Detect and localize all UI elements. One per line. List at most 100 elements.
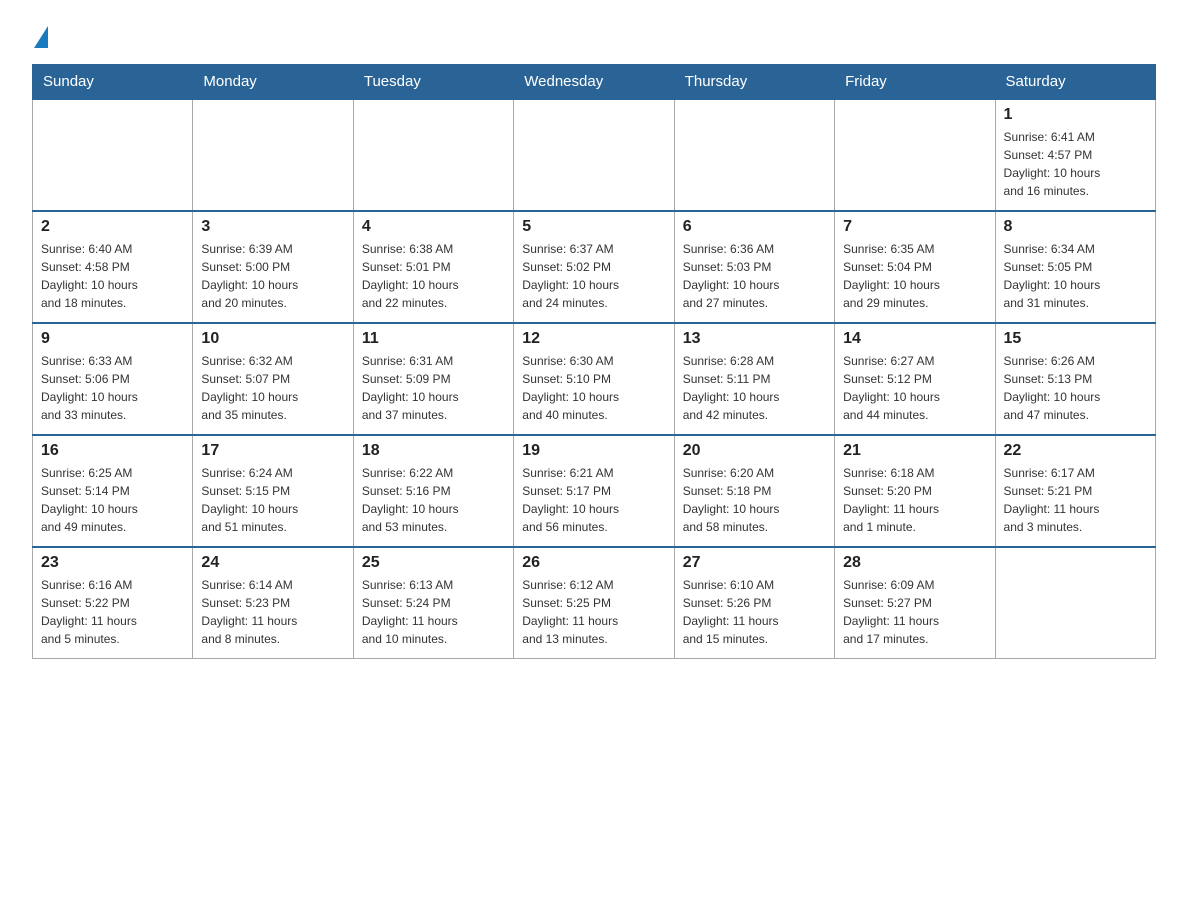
day-info: Sunrise: 6:41 AM Sunset: 4:57 PM Dayligh… [1004,128,1147,200]
calendar-cell: 26 Sunrise: 6:12 AM Sunset: 5:25 PM Dayli… [514,547,674,659]
weekday-header-sunday: Sunday [33,65,193,100]
day-number: 9 [41,330,184,348]
calendar-cell: 27 Sunrise: 6:10 AM Sunset: 5:26 PM Dayli… [674,547,834,659]
day-info: Sunrise: 6:24 AM Sunset: 5:15 PM Dayligh… [201,464,344,536]
day-info: Sunrise: 6:26 AM Sunset: 5:13 PM Dayligh… [1004,352,1147,424]
day-number: 4 [362,218,505,236]
day-number: 15 [1004,330,1147,348]
day-number: 25 [362,554,505,572]
calendar-cell: 19 Sunrise: 6:21 AM Sunset: 5:17 PM Dayli… [514,435,674,547]
day-number: 17 [201,442,344,460]
calendar-cell: 22 Sunrise: 6:17 AM Sunset: 5:21 PM Dayli… [995,435,1155,547]
day-info: Sunrise: 6:27 AM Sunset: 5:12 PM Dayligh… [843,352,986,424]
calendar-cell [33,99,193,211]
day-number: 12 [522,330,665,348]
calendar-cell: 2 Sunrise: 6:40 AM Sunset: 4:58 PM Daylig… [33,211,193,323]
calendar-cell: 13 Sunrise: 6:28 AM Sunset: 5:11 PM Dayli… [674,323,834,435]
calendar-cell: 9 Sunrise: 6:33 AM Sunset: 5:06 PM Daylig… [33,323,193,435]
calendar-week-row: 9 Sunrise: 6:33 AM Sunset: 5:06 PM Daylig… [33,323,1156,435]
page-header [32,24,1156,48]
calendar-cell: 6Sunrise: 6:36 AM Sunset: 5:03 PM Daylig… [674,211,834,323]
calendar-week-row: 2 Sunrise: 6:40 AM Sunset: 4:58 PM Daylig… [33,211,1156,323]
day-info: Sunrise: 6:22 AM Sunset: 5:16 PM Dayligh… [362,464,505,536]
logo [32,24,48,48]
day-info: Sunrise: 6:37 AM Sunset: 5:02 PM Dayligh… [522,240,665,312]
day-number: 2 [41,218,184,236]
calendar-week-row: 1 Sunrise: 6:41 AM Sunset: 4:57 PM Daylig… [33,99,1156,211]
day-number: 23 [41,554,184,572]
calendar-cell: 4 Sunrise: 6:38 AM Sunset: 5:01 PM Daylig… [353,211,513,323]
calendar-cell [353,99,513,211]
day-number: 27 [683,554,826,572]
calendar-cell [835,99,995,211]
calendar-cell: 11 Sunrise: 6:31 AM Sunset: 5:09 PM Dayli… [353,323,513,435]
day-info: Sunrise: 6:28 AM Sunset: 5:11 PM Dayligh… [683,352,826,424]
day-number: 24 [201,554,344,572]
day-number: 16 [41,442,184,460]
day-number: 3 [201,218,344,236]
calendar-cell: 15 Sunrise: 6:26 AM Sunset: 5:13 PM Dayli… [995,323,1155,435]
weekday-header-tuesday: Tuesday [353,65,513,100]
calendar-cell: 8 Sunrise: 6:34 AM Sunset: 5:05 PM Daylig… [995,211,1155,323]
day-number: 8 [1004,218,1147,236]
day-info: Sunrise: 6:32 AM Sunset: 5:07 PM Dayligh… [201,352,344,424]
day-number: 19 [522,442,665,460]
day-info: Sunrise: 6:12 AM Sunset: 5:25 PM Dayligh… [522,576,665,648]
calendar-cell [995,547,1155,659]
day-info: Sunrise: 6:18 AM Sunset: 5:20 PM Dayligh… [843,464,986,536]
day-info: Sunrise: 6:34 AM Sunset: 5:05 PM Dayligh… [1004,240,1147,312]
day-info: Sunrise: 6:35 AM Sunset: 5:04 PM Dayligh… [843,240,986,312]
calendar-cell: 28 Sunrise: 6:09 AM Sunset: 5:27 PM Dayli… [835,547,995,659]
day-number: 11 [362,330,505,348]
day-info: Sunrise: 6:25 AM Sunset: 5:14 PM Dayligh… [41,464,184,536]
day-info: Sunrise: 6:40 AM Sunset: 4:58 PM Dayligh… [41,240,184,312]
weekday-header-row: SundayMondayTuesdayWednesdayThursdayFrid… [33,65,1156,100]
day-number: 13 [683,330,826,348]
day-number: 14 [843,330,986,348]
calendar-cell: 23 Sunrise: 6:16 AM Sunset: 5:22 PM Dayli… [33,547,193,659]
day-info: Sunrise: 6:16 AM Sunset: 5:22 PM Dayligh… [41,576,184,648]
day-info: Sunrise: 6:10 AM Sunset: 5:26 PM Dayligh… [683,576,826,648]
calendar-cell [674,99,834,211]
day-number: 22 [1004,442,1147,460]
weekday-header-friday: Friday [835,65,995,100]
calendar-cell [514,99,674,211]
calendar-cell: 25 Sunrise: 6:13 AM Sunset: 5:24 PM Dayli… [353,547,513,659]
day-number: 28 [843,554,986,572]
calendar-cell: 24 Sunrise: 6:14 AM Sunset: 5:23 PM Dayli… [193,547,353,659]
calendar-cell: 20 Sunrise: 6:20 AM Sunset: 5:18 PM Dayli… [674,435,834,547]
day-number: 7 [843,218,986,236]
day-number: 20 [683,442,826,460]
day-number: 10 [201,330,344,348]
calendar-cell: 1 Sunrise: 6:41 AM Sunset: 4:57 PM Daylig… [995,99,1155,211]
day-info: Sunrise: 6:38 AM Sunset: 5:01 PM Dayligh… [362,240,505,312]
day-info: Sunrise: 6:20 AM Sunset: 5:18 PM Dayligh… [683,464,826,536]
calendar-cell: 12 Sunrise: 6:30 AM Sunset: 5:10 PM Dayli… [514,323,674,435]
day-number: 5 [522,218,665,236]
day-info: Sunrise: 6:21 AM Sunset: 5:17 PM Dayligh… [522,464,665,536]
day-info: Sunrise: 6:36 AM Sunset: 5:03 PM Dayligh… [683,240,826,312]
day-info: Sunrise: 6:14 AM Sunset: 5:23 PM Dayligh… [201,576,344,648]
day-info: Sunrise: 6:13 AM Sunset: 5:24 PM Dayligh… [362,576,505,648]
day-number: 21 [843,442,986,460]
day-info: Sunrise: 6:39 AM Sunset: 5:00 PM Dayligh… [201,240,344,312]
day-info: Sunrise: 6:30 AM Sunset: 5:10 PM Dayligh… [522,352,665,424]
calendar-cell: 18 Sunrise: 6:22 AM Sunset: 5:16 PM Dayli… [353,435,513,547]
calendar-cell: 3 Sunrise: 6:39 AM Sunset: 5:00 PM Daylig… [193,211,353,323]
weekday-header-saturday: Saturday [995,65,1155,100]
day-info: Sunrise: 6:09 AM Sunset: 5:27 PM Dayligh… [843,576,986,648]
logo-triangle-icon [34,26,48,48]
calendar-cell: 10 Sunrise: 6:32 AM Sunset: 5:07 PM Dayli… [193,323,353,435]
calendar-cell: 14 Sunrise: 6:27 AM Sunset: 5:12 PM Dayli… [835,323,995,435]
calendar-cell: 21 Sunrise: 6:18 AM Sunset: 5:20 PM Dayli… [835,435,995,547]
weekday-header-monday: Monday [193,65,353,100]
day-number: 26 [522,554,665,572]
day-info: Sunrise: 6:17 AM Sunset: 5:21 PM Dayligh… [1004,464,1147,536]
calendar-cell: 16 Sunrise: 6:25 AM Sunset: 5:14 PM Dayli… [33,435,193,547]
day-info: Sunrise: 6:31 AM Sunset: 5:09 PM Dayligh… [362,352,505,424]
day-info: Sunrise: 6:33 AM Sunset: 5:06 PM Dayligh… [41,352,184,424]
calendar-week-row: 23 Sunrise: 6:16 AM Sunset: 5:22 PM Dayli… [33,547,1156,659]
day-number: 1 [1004,106,1147,124]
day-number: 18 [362,442,505,460]
calendar-cell: 7 Sunrise: 6:35 AM Sunset: 5:04 PM Daylig… [835,211,995,323]
